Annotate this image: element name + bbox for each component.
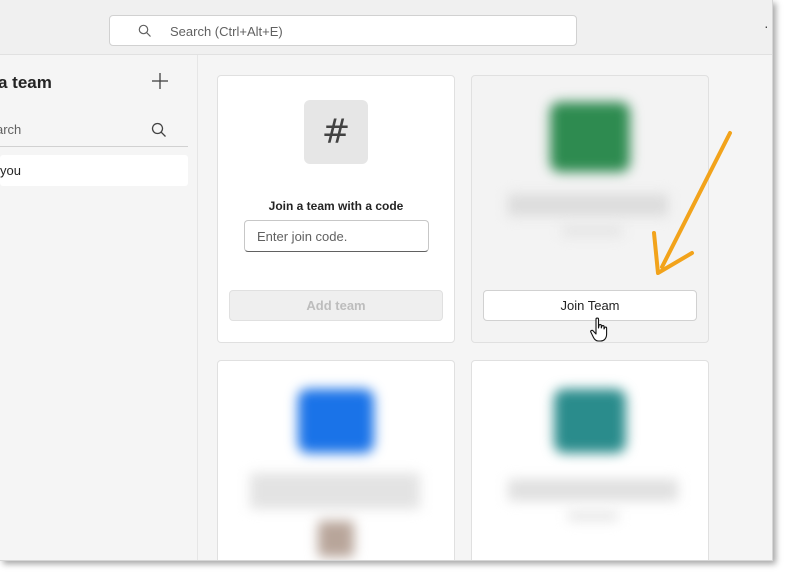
sidebar-search-label: arch [0,122,22,137]
join-code-input[interactable]: Enter join code. [244,220,429,252]
team-avatar-blurred [298,389,374,453]
annotation-arrow-icon [652,131,732,275]
team-member-blurred [318,521,354,557]
plus-icon[interactable] [150,71,170,91]
hash-icon: # [304,100,368,164]
search-icon [138,24,151,37]
team-card[interactable] [471,360,709,560]
sidebar-title: a team [0,73,52,92]
team-meta-blurred [568,511,618,521]
sidebar: a team arch you [0,55,198,560]
team-avatar-blurred [550,102,630,172]
team-name-blurred [250,473,420,509]
join-code-card: # Join a team with a code Enter join cod… [217,75,455,343]
sidebar-item-label: you [0,163,21,178]
team-card[interactable] [217,360,455,560]
hand-cursor-icon [590,317,608,342]
top-bar: Search (Ctrl+Alt+E) · [0,0,772,55]
add-team-button[interactable]: Add team [229,290,443,321]
team-meta-blurred [562,226,622,236]
search-placeholder: Search (Ctrl+Alt+E) [170,24,283,39]
team-avatar-blurred [554,389,626,453]
sidebar-search-underline [0,146,188,147]
sidebar-search[interactable]: arch [0,120,180,142]
search-icon[interactable] [151,122,167,138]
sidebar-item-you[interactable]: you [0,155,188,186]
join-code-placeholder: Enter join code. [257,229,348,244]
app-window: Search (Ctrl+Alt+E) · a team arch you # … [0,0,773,561]
more-icon[interactable]: · [764,18,769,34]
global-search-box[interactable]: Search (Ctrl+Alt+E) [109,15,577,46]
join-code-title: Join a team with a code [268,199,404,213]
team-name-blurred [508,479,678,501]
